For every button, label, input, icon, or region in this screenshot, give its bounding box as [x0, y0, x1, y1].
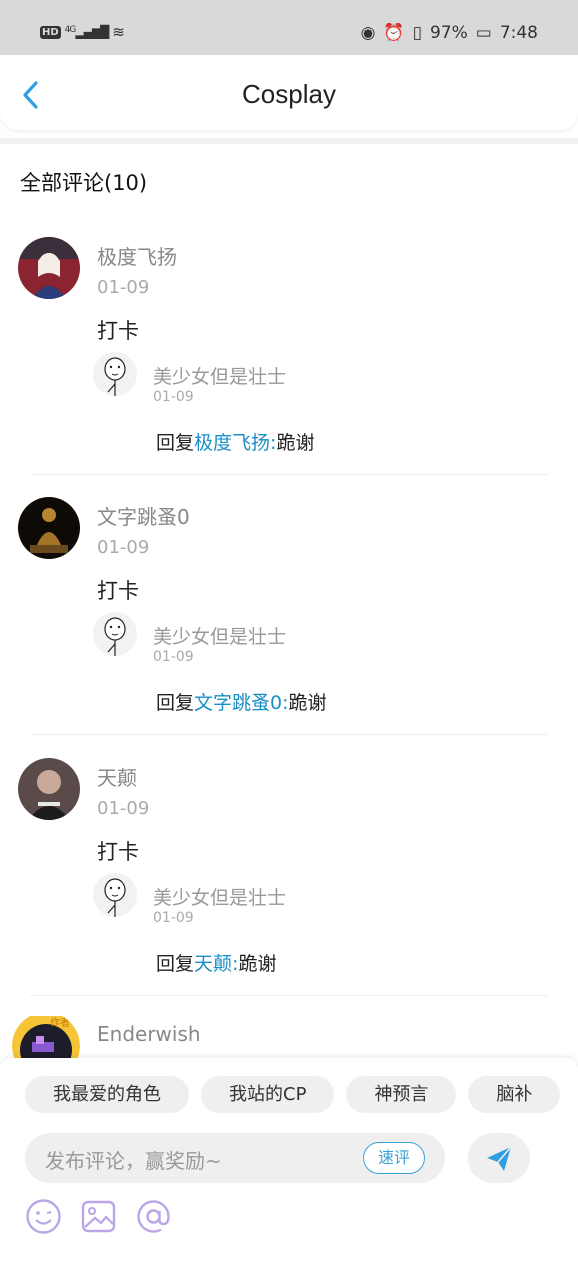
reply-prefix: 回复 [156, 692, 195, 714]
reply-text: 回复文字跳蚤0:跪谢 [156, 688, 327, 715]
send-icon [487, 1146, 512, 1171]
quick-tag[interactable]: 我最爱的角色 [25, 1076, 189, 1113]
avatar[interactable] [18, 758, 80, 820]
comment-text: 打卡 [97, 840, 139, 864]
reply-text: 回复极度飞扬:跪谢 [156, 428, 314, 455]
avatar[interactable]: 作者 [12, 1016, 80, 1058]
comment-input[interactable]: 发布评论，赢奖励~ 速评 [25, 1133, 445, 1183]
reply-avatar[interactable] [93, 873, 137, 917]
reply-prefix: 回复 [156, 432, 195, 454]
comment-date: 01-09 [97, 798, 150, 819]
quick-tag[interactable]: 神预言 [346, 1076, 457, 1113]
reply-target[interactable]: 文字跳蚤0 [194, 692, 282, 714]
reply-author[interactable]: 美少女但是壮士 [153, 622, 286, 649]
composer-tools [25, 1198, 172, 1235]
commenter-name[interactable]: Enderwish [97, 1022, 201, 1046]
reply-body: 跪谢 [238, 953, 277, 975]
quick-tags: 我最爱的角色 我站的CP 神预言 脑补 [25, 1076, 578, 1116]
comment-item: 天颠 01-09 打卡 美少女但是壮士 01-09 回复天颠:跪谢 [0, 758, 578, 1018]
reply-target[interactable]: 天颠 [194, 953, 232, 975]
commenter-name[interactable]: 天颠 [97, 762, 137, 791]
network-indicator: 4G▂▄▆█ [64, 25, 110, 39]
reply-text: 回复天颠:跪谢 [156, 949, 276, 976]
reply-target[interactable]: 极度飞扬 [194, 432, 270, 454]
alarm-icon: ⏰ [383, 23, 405, 43]
reply-avatar[interactable] [93, 612, 137, 656]
comment-composer: 我最爱的角色 我站的CP 神预言 脑补 发布评论，赢奖励~ 速评 [0, 1058, 578, 1280]
status-bar: HD 4G▂▄▆█ ≋ ◉ ⏰ ▯ 97% ▭ 7:48 [0, 0, 578, 55]
quick-tag[interactable]: 我站的CP [201, 1076, 335, 1113]
image-icon[interactable] [80, 1198, 117, 1235]
reply-author[interactable]: 美少女但是壮士 [153, 362, 286, 389]
comment-date: 01-09 [97, 277, 150, 298]
comment-placeholder: 发布评论，赢奖励~ [45, 1149, 222, 1173]
divider [30, 995, 548, 996]
quick-tag[interactable]: 脑补 [468, 1076, 561, 1113]
hd-indicator: HD [40, 25, 61, 39]
send-button[interactable] [468, 1133, 530, 1183]
author-badge: 作者 [50, 1018, 70, 1029]
comment-text: 打卡 [97, 579, 139, 603]
reply-date: 01-09 [153, 649, 194, 665]
reply-date: 01-09 [153, 910, 194, 926]
wifi-icon: ≋ [112, 23, 125, 41]
comment-item: 极度飞扬 01-09 打卡 美少女但是壮士 01-09 回复极度飞扬:跪谢 [0, 237, 578, 497]
comment-item: 文字跳蚤0 01-09 打卡 美少女但是壮士 01-09 回复文字跳蚤0:跪谢 [0, 497, 578, 757]
reply-body: 跪谢 [276, 432, 315, 454]
at-icon[interactable] [135, 1198, 172, 1235]
comments-count-title: 全部评论(10) [20, 171, 148, 195]
commenter-name[interactable]: 极度飞扬 [97, 241, 177, 270]
reply-avatar[interactable] [93, 352, 137, 396]
divider [30, 474, 548, 475]
commenter-name[interactable]: 文字跳蚤0 [97, 501, 190, 530]
reply-date: 01-09 [153, 389, 194, 405]
reply-body: 跪谢 [288, 692, 327, 714]
clock: 7:48 [499, 23, 538, 43]
comment-text: 打卡 [97, 319, 139, 343]
reply-prefix: 回复 [156, 953, 195, 975]
quick-review-button[interactable]: 速评 [362, 1142, 425, 1174]
reply-author[interactable]: 美少女但是壮士 [153, 883, 286, 910]
avatar[interactable] [18, 237, 80, 299]
battery-icon: ▭ [475, 23, 492, 43]
comment-item: 作者 Enderwish [0, 1016, 578, 1058]
divider [30, 734, 548, 735]
eye-icon: ◉ [360, 23, 376, 43]
page-title: Cosplay [242, 79, 336, 109]
nav-bar: Cosplay [0, 55, 578, 130]
comment-date: 01-09 [97, 537, 150, 558]
emoji-icon[interactable] [25, 1198, 62, 1235]
battery-percent: 97% [429, 23, 468, 43]
vibrate-icon: ▯ [412, 23, 422, 43]
avatar[interactable] [18, 497, 80, 559]
divider [0, 138, 578, 144]
